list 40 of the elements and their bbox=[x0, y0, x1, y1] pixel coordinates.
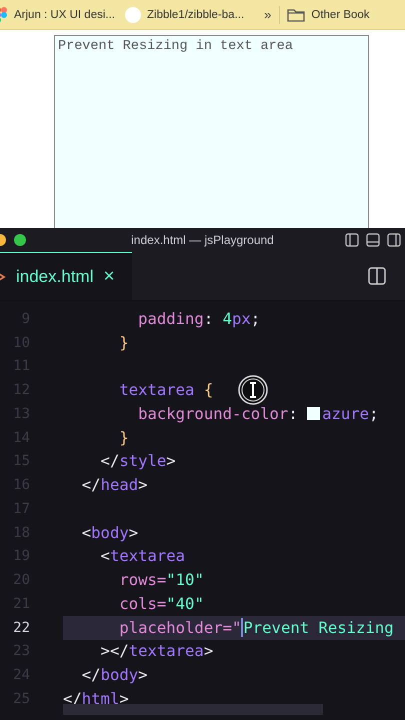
code-text: </body> bbox=[80, 666, 148, 684]
code-text: Prevent Resizing bbox=[243, 618, 394, 637]
split-editor-icon[interactable] bbox=[368, 267, 386, 285]
text-cursor bbox=[241, 618, 244, 638]
bookmark[interactable]: Zibble1/zibble-ba... bbox=[120, 6, 258, 22]
panel-toggle-icon[interactable] bbox=[366, 233, 380, 247]
close-button[interactable]: × bbox=[103, 266, 115, 288]
code-text: background-color: bbox=[137, 404, 299, 423]
code-text: padding: 4px; bbox=[137, 310, 260, 328]
code-text: rows="10" bbox=[118, 571, 204, 590]
code-text: cols="40" bbox=[118, 594, 204, 613]
code-text: } bbox=[118, 428, 129, 447]
horizontal-scrollbar[interactable] bbox=[63, 704, 323, 715]
color-swatch-icon bbox=[307, 407, 320, 420]
window-title: index.html — jsPlayground bbox=[131, 233, 274, 247]
code-text: placeholder=" bbox=[118, 618, 242, 637]
maximize-button[interactable] bbox=[14, 234, 26, 246]
bookmark-label: Arjun : UX UI desi... bbox=[14, 8, 115, 20]
code-text: textarea { bbox=[118, 381, 214, 400]
code-text: <textarea bbox=[100, 547, 186, 566]
folder-icon bbox=[287, 8, 306, 22]
bookmark-folder[interactable]: Other Book bbox=[282, 8, 375, 22]
sidebar-right-icon[interactable] bbox=[387, 233, 401, 247]
sidebar-toggle-icon[interactable] bbox=[345, 233, 359, 247]
code-text: ></textarea> bbox=[100, 642, 214, 660]
code-text: <body> bbox=[80, 524, 138, 542]
text-cursor-icon bbox=[237, 374, 269, 406]
editor-tab[interactable]: index.html × bbox=[0, 252, 132, 300]
overflow-button[interactable]: » bbox=[258, 7, 278, 22]
code-text: azure; bbox=[322, 404, 378, 423]
tab-label: index.html bbox=[16, 266, 94, 286]
folder-label: Other Book bbox=[311, 8, 370, 20]
code-text: } bbox=[118, 334, 129, 352]
bookmark[interactable]: Arjun : UX UI desi... bbox=[0, 6, 120, 22]
text-area[interactable]: Prevent Resizing in text area bbox=[54, 35, 369, 228]
line-number: 22 bbox=[12, 620, 30, 636]
code-text: </style> bbox=[100, 452, 176, 470]
code-text: </head> bbox=[80, 476, 148, 494]
circle-icon bbox=[124, 6, 141, 22]
bookmark-label: Zibble1/zibble-ba... bbox=[146, 8, 244, 20]
